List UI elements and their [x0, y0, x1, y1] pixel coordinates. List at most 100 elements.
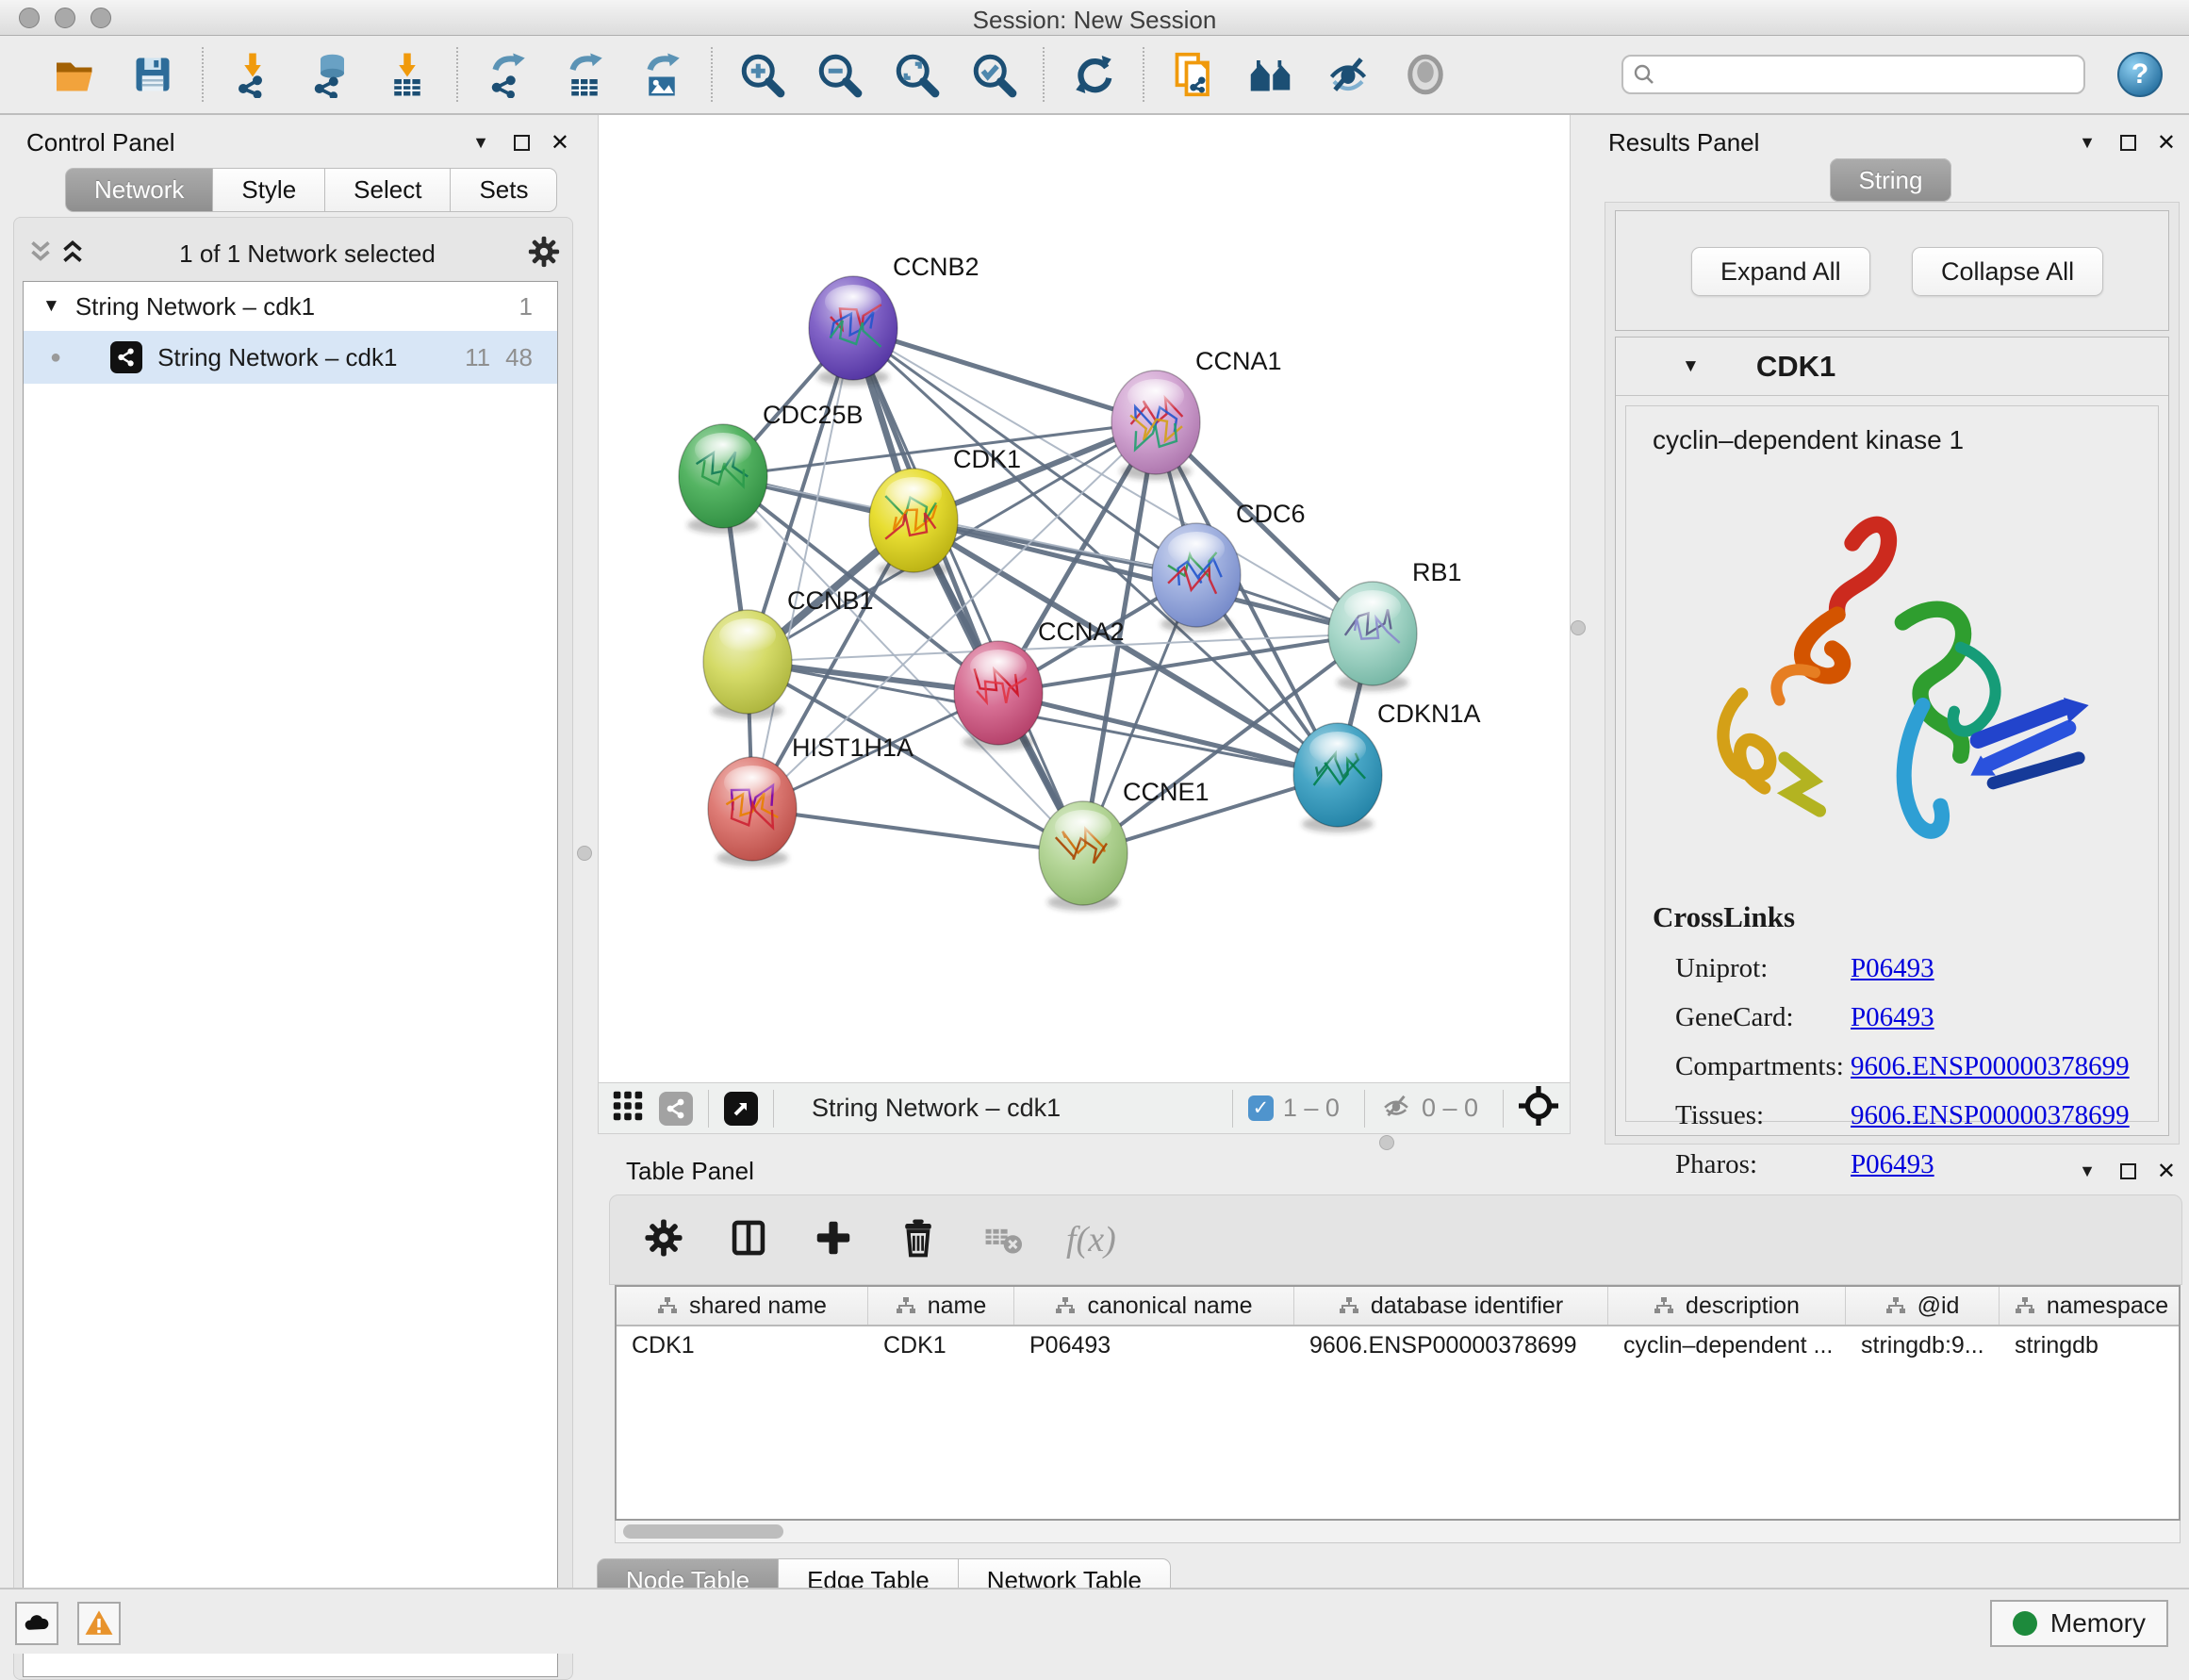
zoom-fit-content-icon[interactable] [892, 50, 941, 99]
network-view-canvas[interactable]: CCNB2CCNA1CDC25BCDK1CDC6RB1CCNB1CCNA2CDK… [598, 115, 1571, 1082]
delete-columns-icon[interactable] [897, 1216, 940, 1264]
expand-all-networks-icon[interactable] [57, 237, 89, 272]
crosslink-link[interactable]: 9606.ENSP00000378699 [1851, 1051, 2130, 1082]
tab-network[interactable]: Network [65, 168, 213, 212]
preview-eye-icon[interactable] [1401, 50, 1450, 99]
panel-menu-icon[interactable]: ▼ [2079, 1161, 2096, 1181]
network-node-CCNB2[interactable] [809, 276, 897, 386]
network-row[interactable]: ● String Network – cdk1 11 48 [24, 331, 557, 384]
panel-menu-icon[interactable]: ▼ [472, 133, 489, 153]
collapse-all-button[interactable]: Collapse All [1912, 247, 2103, 296]
network-options-gear-icon[interactable] [526, 234, 562, 274]
close-panel-icon[interactable]: ✕ [2157, 1158, 2176, 1185]
crosslink-link[interactable]: 9606.ENSP00000378699 [1851, 1100, 2130, 1131]
network-edge[interactable] [752, 809, 1083, 853]
left-splitter-handle[interactable] [577, 846, 592, 861]
network-node-CDC25B[interactable] [679, 424, 767, 534]
close-panel-icon[interactable]: ✕ [2157, 129, 2176, 156]
crosslink-row: Compartments:9606.ENSP00000378699 [1675, 1042, 2137, 1091]
expand-all-button[interactable]: Expand All [1691, 247, 1870, 296]
table-horizontal-scrollbar[interactable] [615, 1521, 2181, 1543]
network-node-CCNA2[interactable] [954, 641, 1043, 750]
node-table[interactable]: shared namenamecanonical namedatabase id… [615, 1285, 2181, 1521]
right-splitter-handle[interactable] [1571, 620, 1586, 635]
column-header-description[interactable]: description [1608, 1287, 1846, 1325]
column-header-namespace[interactable]: namespace [2000, 1287, 2181, 1325]
collapse-triangle-icon[interactable]: ▼ [1682, 356, 1700, 377]
save-session-icon[interactable] [128, 50, 177, 99]
help-icon[interactable]: ? [2117, 52, 2163, 97]
collection-label: String Network – cdk1 [75, 292, 315, 321]
column-header--id[interactable]: @id [1846, 1287, 2000, 1325]
crosslink-label: Tissues: [1675, 1100, 1851, 1131]
zoom-selected-icon[interactable] [969, 50, 1018, 99]
export-image-icon[interactable] [637, 50, 686, 99]
import-network-from-database-icon[interactable] [305, 50, 354, 99]
detach-view-icon[interactable] [724, 1092, 758, 1126]
import-network-from-file-icon[interactable] [228, 50, 277, 99]
first-neighbors-icon[interactable] [1246, 50, 1295, 99]
network-view-type-icon[interactable] [659, 1092, 693, 1126]
import-table-from-file-icon[interactable] [383, 50, 432, 99]
scrollbar-thumb[interactable] [623, 1524, 783, 1539]
node-label-CDC25B: CDC25B [763, 401, 864, 429]
export-table-icon[interactable] [560, 50, 609, 99]
network-node-RB1[interactable] [1328, 582, 1417, 691]
table-row[interactable]: CDK1CDK1P064939606.ENSP00000378699cyclin… [617, 1326, 2179, 1364]
column-header-name[interactable]: name [868, 1287, 1014, 1325]
clone-network-icon[interactable] [1169, 50, 1218, 99]
column-header-database-identifier[interactable]: database identifier [1294, 1287, 1608, 1325]
table-cell[interactable]: P06493 [1014, 1326, 1294, 1364]
export-network-icon[interactable] [483, 50, 532, 99]
network-node-CCNB1[interactable] [703, 610, 792, 719]
table-cell[interactable]: CDK1 [868, 1326, 1014, 1364]
column-header-canonical-name[interactable]: canonical name [1014, 1287, 1294, 1325]
table-cell[interactable]: CDK1 [617, 1326, 868, 1364]
zoom-out-icon[interactable] [815, 50, 864, 99]
column-header-shared-name[interactable]: shared name [617, 1287, 868, 1325]
tab-style[interactable]: Style [212, 168, 325, 212]
show-columns-icon[interactable] [727, 1216, 770, 1264]
open-session-icon[interactable] [51, 50, 100, 99]
collapse-triangle-icon[interactable]: ▼ [42, 296, 60, 317]
network-node-HIST1H1A[interactable] [708, 757, 797, 866]
cloud-status-icon[interactable] [15, 1602, 58, 1645]
memory-status-button[interactable]: Memory [1990, 1600, 2168, 1647]
selected-items-checkbox-icon[interactable]: ✓ [1248, 1095, 1274, 1121]
tab-string[interactable]: String [1830, 158, 1952, 202]
gene-section-header[interactable]: ▼ CDK1 [1616, 338, 2168, 396]
table-cell[interactable]: 9606.ENSP00000378699 [1294, 1326, 1608, 1364]
network-edge[interactable] [853, 328, 1083, 853]
warning-status-icon[interactable] [77, 1602, 121, 1645]
crosslink-link[interactable]: P06493 [1851, 1002, 1934, 1033]
search-input[interactable] [1663, 61, 2074, 88]
refresh-view-icon[interactable] [1069, 50, 1118, 99]
node-label-HIST1H1A: HIST1H1A [792, 733, 913, 762]
table-cell[interactable]: stringdb:9... [1846, 1326, 2000, 1364]
collapse-all-networks-icon[interactable] [25, 237, 57, 272]
show-hide-graphics-icon[interactable] [1324, 50, 1373, 99]
table-cell[interactable]: cyclin–dependent ... [1608, 1326, 1846, 1364]
crosslink-link[interactable]: P06493 [1851, 953, 1934, 984]
network-edge[interactable] [853, 328, 1156, 422]
grid-view-icon[interactable] [610, 1088, 646, 1128]
network-node-CCNE1[interactable] [1039, 801, 1127, 911]
string-network-graph[interactable]: CCNB2CCNA1CDC25BCDK1CDC6RB1CCNB1CCNA2CDK… [599, 115, 1572, 1082]
panel-menu-icon[interactable]: ▼ [2079, 133, 2096, 153]
close-panel-icon[interactable]: ✕ [551, 129, 569, 156]
birdseye-view-icon[interactable] [1519, 1086, 1558, 1130]
float-panel-icon[interactable] [514, 135, 530, 151]
float-panel-icon[interactable] [2120, 1163, 2136, 1179]
table-options-gear-icon[interactable] [642, 1216, 685, 1264]
network-node-CDKN1A[interactable] [1293, 723, 1382, 832]
float-panel-icon[interactable] [2120, 135, 2136, 151]
network-collection-row[interactable]: ▼ String Network – cdk1 1 [24, 282, 557, 331]
tab-select[interactable]: Select [324, 168, 451, 212]
network-node-CCNA1[interactable] [1111, 371, 1200, 480]
tab-sets[interactable]: Sets [450, 168, 557, 212]
zoom-in-icon[interactable] [737, 50, 786, 99]
table-cell[interactable]: stringdb [2000, 1326, 2181, 1364]
window-titlebar: Session: New Session [0, 0, 2189, 36]
main-toolbar: ? [0, 36, 2189, 115]
create-column-icon[interactable] [812, 1216, 855, 1264]
